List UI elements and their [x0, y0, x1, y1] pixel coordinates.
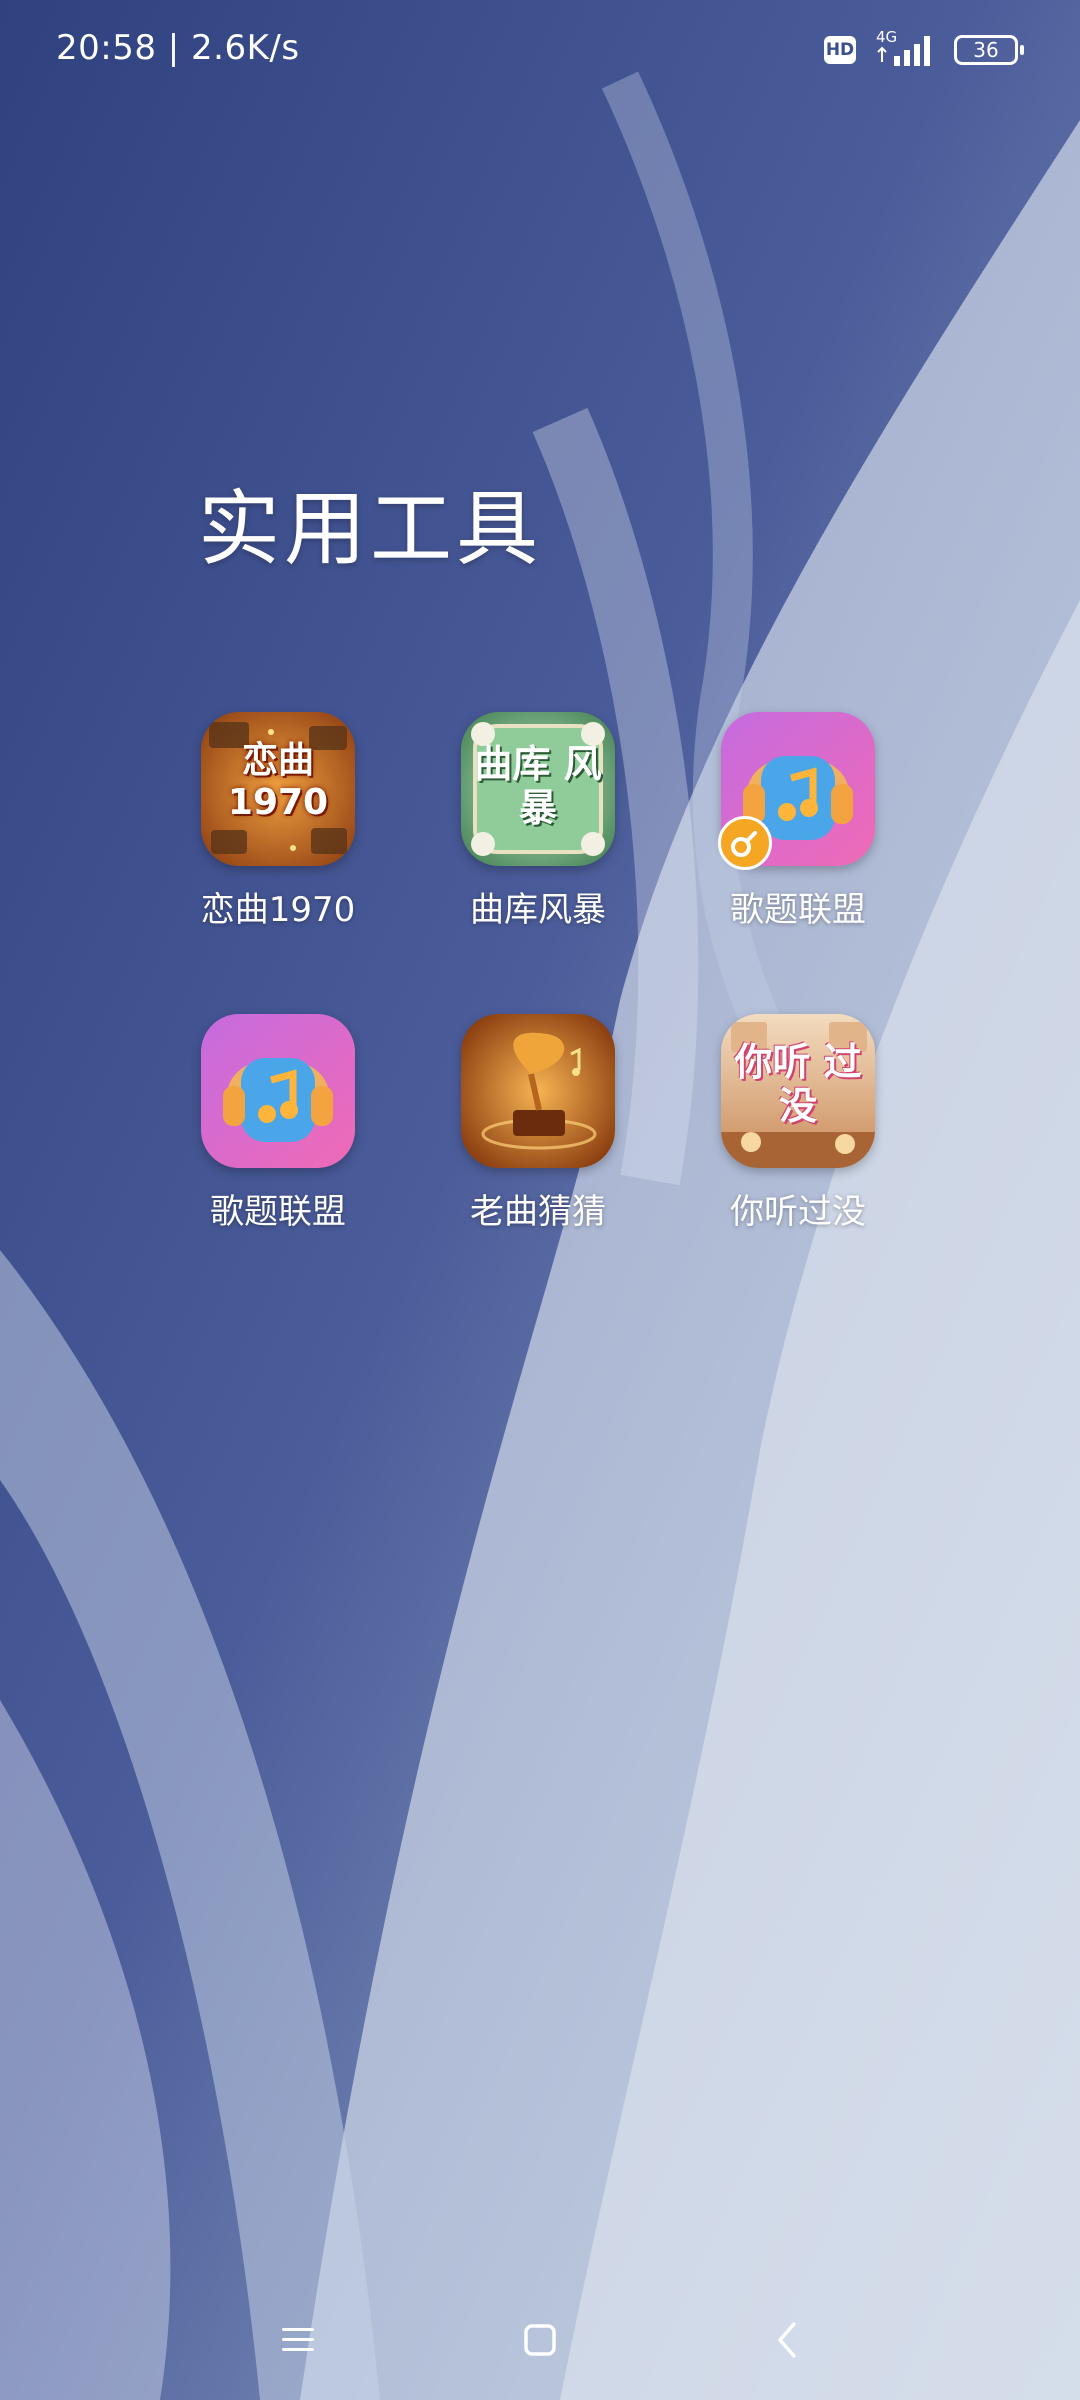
app-nitingguomei[interactable]: 你听 过没 你听过没 — [698, 1014, 898, 1233]
app-label: 老曲猜猜 — [470, 1192, 606, 1232]
app-geti-lianmeng-2[interactable]: 歌题联盟 — [178, 1014, 378, 1233]
app-icon-text: 曲库 风暴 — [474, 742, 602, 830]
back-icon[interactable] — [758, 2310, 818, 2370]
status-time-speed: 20:58 | 2.6K/s — [56, 28, 300, 68]
app-label: 歌题联盟 — [210, 1192, 346, 1232]
hd-icon: HD — [824, 36, 856, 64]
network-type: 4G — [876, 28, 898, 46]
app-label: 曲库风暴 — [470, 890, 606, 930]
kitchen-text-icon[interactable]: 你听 过没 — [721, 1014, 875, 1168]
gramophone-icon[interactable] — [461, 1014, 615, 1168]
app-icon-text: 恋曲 1970 — [227, 740, 329, 823]
folder-title[interactable]: 实用工具 — [198, 462, 542, 581]
status-icons: HD 4G 36 — [824, 28, 1024, 70]
headphone-music-icon[interactable] — [201, 1014, 355, 1168]
cellular-signal-icon: 4G — [872, 28, 938, 70]
app-label: 你听过没 — [730, 1192, 866, 1232]
menu-icon[interactable] — [268, 2310, 328, 2370]
app-label: 歌题联盟 — [730, 890, 866, 930]
app-icon-text: 你听 过没 — [734, 1040, 862, 1128]
battery-level: 36 — [973, 38, 999, 62]
navigation-bar — [0, 2280, 1080, 2400]
green-jade-icon[interactable]: 曲库 风暴 — [461, 712, 615, 866]
app-geti-lianmeng[interactable]: 歌题联盟 — [698, 712, 898, 931]
update-badge-icon — [718, 816, 772, 870]
app-label: 恋曲1970 — [200, 890, 356, 930]
app-quku-fengbao[interactable]: 曲库 风暴 曲库风暴 — [438, 712, 638, 931]
home-icon[interactable] — [510, 2310, 570, 2370]
status-bar: 20:58 | 2.6K/s HD 4G 36 — [0, 0, 1080, 100]
app-lianqu-1970[interactable]: 恋曲 1970 恋曲1970 — [178, 712, 378, 931]
music-cassette-icon[interactable]: 恋曲 1970 — [201, 712, 355, 866]
battery-icon: 36 — [954, 35, 1024, 65]
home-screen: 20:58 | 2.6K/s HD 4G 36 实用工具 恋曲 1970 恋曲1… — [0, 0, 1080, 2400]
app-laoqu-caicai[interactable]: 老曲猜猜 — [438, 1014, 638, 1233]
